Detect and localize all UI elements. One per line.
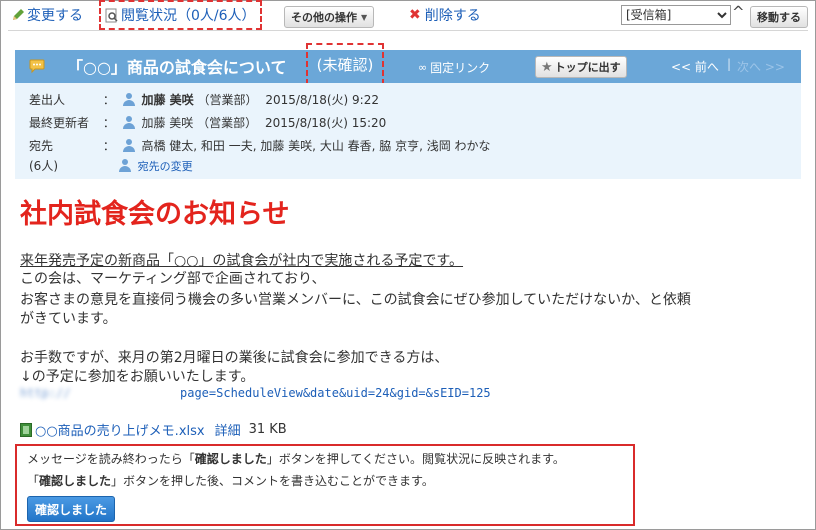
unconfirmed-status: (未確認) bbox=[306, 43, 384, 85]
attachment-size: 31 KB bbox=[248, 422, 287, 437]
updated-date: 2015/8/18(火) 15:20 bbox=[264, 116, 387, 130]
body-line: お客さまの意見を直接伺う機会の多い営業メンバーに、この試食会にぜひ参加していただ… bbox=[20, 292, 691, 308]
user-icon bbox=[122, 116, 135, 129]
colon: ： bbox=[102, 116, 115, 130]
edit-label: 変更する bbox=[27, 8, 83, 24]
body-line: 来年発売予定の新商品「○○」の試食会が社内で実施される予定です。 bbox=[20, 253, 464, 269]
user-icon bbox=[122, 139, 135, 152]
other-actions-label: その他の操作 bbox=[291, 11, 357, 24]
change-recipients-link[interactable]: 宛先の変更 bbox=[138, 160, 193, 173]
body-line: がきています。 bbox=[20, 311, 117, 327]
magnifier-page-icon bbox=[105, 8, 118, 22]
chain-link-icon: ∞ bbox=[418, 61, 428, 74]
confirm-text: 「 bbox=[27, 474, 40, 488]
confirm-note: 「確認しました」ボタンを押した後、コメントを書き込むことができます。 bbox=[27, 472, 434, 489]
confirm-text: 」ボタンを押した後、コメントを書き込むことができます。 bbox=[111, 474, 434, 488]
message-header: 「○○」商品の試食会について (未確認) ∞ 固定リンク ★ トップに出す <<… bbox=[15, 43, 801, 85]
body-line: この会は、マーケティング部で企画されており、 bbox=[20, 271, 326, 287]
updater-name[interactable]: 加藤 美咲 bbox=[141, 116, 193, 130]
updated-row: 最終更新者 ： 加藤 美咲 （営業部） 2015/8/18(火) 15:20 bbox=[29, 114, 386, 131]
nav-divider: | bbox=[727, 57, 732, 71]
confirm-text: 」ボタンを押してください。閲覧状況に反映されます。 bbox=[266, 452, 565, 466]
colon: ： bbox=[102, 93, 115, 107]
recipients-list[interactable]: 高橋 健太, 和田 一夫, 加藤 美咲, 大山 春香, 脇 京亨, 浅岡 わかな bbox=[141, 139, 490, 153]
confirm-text: メッセージを読み終わったら「 bbox=[27, 452, 195, 466]
sender-name[interactable]: 加藤 美咲 bbox=[141, 93, 193, 107]
speech-bubble-icon bbox=[29, 59, 45, 74]
pencil-icon bbox=[13, 9, 24, 20]
attachment-name[interactable]: ○○商品の売り上げメモ.xlsx bbox=[35, 420, 205, 439]
delete-x-icon: ✖ bbox=[409, 7, 421, 23]
toolbar: 変更する 閲覧状況（0人/6人） その他の操作 ▼ ✖ 削除する [受信箱] ^… bbox=[1, 0, 814, 30]
schedule-link-prefix: http:// bbox=[20, 386, 71, 400]
pin-to-top-label: トップに出す bbox=[554, 61, 621, 74]
star-icon: ★ bbox=[541, 59, 553, 75]
read-status-label: 閲覧状況（0人/6人） bbox=[121, 8, 256, 24]
body-line: お手数ですが、来月の第2月曜日の業後に試食会に参加できる方は、 bbox=[20, 350, 449, 366]
attachment-detail-link[interactable]: 詳細 bbox=[215, 420, 241, 439]
body-headline: 社内試食会のお知らせ bbox=[20, 199, 290, 230]
schedule-link[interactable]: http:// page=ScheduleView&date&uid=24&gid… bbox=[20, 386, 491, 400]
other-actions-button[interactable]: その他の操作 ▼ bbox=[284, 6, 375, 28]
message-meta: 差出人 ： 加藤 美咲 （営業部） 2015/8/18(火) 9:22 最終更新… bbox=[15, 83, 801, 179]
pin-to-top-button[interactable]: ★ トップに出す bbox=[535, 56, 627, 78]
permalink-label: 固定リンク bbox=[430, 61, 491, 75]
sender-label: 差出人 bbox=[29, 93, 66, 107]
read-status-link[interactable]: 閲覧状況（0人/6人） bbox=[99, 0, 262, 30]
confirm-read-button[interactable]: 確認しました bbox=[27, 496, 116, 522]
permalink-link[interactable]: ∞ 固定リンク bbox=[418, 59, 490, 76]
recipients-label: 宛先 bbox=[29, 139, 54, 153]
chevron-up-icon: ^ bbox=[732, 3, 745, 21]
recipients-count-row: (6人) 宛先の変更 bbox=[29, 157, 193, 174]
updater-dept: （営業部） bbox=[197, 116, 258, 130]
toolbar-divider bbox=[8, 30, 808, 31]
move-label: 移動する bbox=[757, 11, 801, 24]
attachment: ○○商品の売り上げメモ.xlsx 詳細 31 KB bbox=[20, 420, 287, 439]
move-button[interactable]: 移動する bbox=[750, 6, 808, 28]
sender-dept: （営業部） bbox=[197, 93, 258, 107]
sent-date: 2015/8/18(火) 9:22 bbox=[265, 93, 379, 107]
colon: ： bbox=[102, 139, 115, 153]
body-line: ↓の予定に参加をお願いいたします。 bbox=[20, 369, 255, 385]
delete-link[interactable]: ✖ 削除する bbox=[409, 5, 481, 25]
folder-select[interactable]: [受信箱] bbox=[621, 5, 731, 25]
recipients-count: (6人) bbox=[29, 159, 58, 173]
message-title: 「○○」商品の試食会について bbox=[67, 58, 287, 77]
next-link[interactable]: 次へ >> bbox=[737, 58, 785, 75]
excel-file-icon bbox=[20, 422, 32, 437]
confirm-text-bold: 確認しました bbox=[39, 474, 112, 488]
confirm-panel: メッセージを読み終わったら「確認しました」ボタンを押してください。閲覧状況に反映… bbox=[15, 444, 635, 526]
user-icon bbox=[118, 159, 131, 172]
dropdown-arrow-icon: ▼ bbox=[361, 12, 368, 22]
confirm-text-bold: 確認しました bbox=[194, 452, 267, 466]
recipients-row: 宛先 ： 高橋 健太, 和田 一夫, 加藤 美咲, 大山 春香, 脇 京亨, 浅… bbox=[29, 137, 491, 154]
updated-label: 最終更新者 bbox=[29, 116, 90, 130]
edit-link[interactable]: 変更する bbox=[11, 5, 83, 25]
user-icon bbox=[122, 93, 135, 106]
delete-label: 削除する bbox=[424, 8, 481, 24]
confirm-instruction: メッセージを読み終わったら「確認しました」ボタンを押してください。閲覧状況に反映… bbox=[27, 450, 565, 467]
schedule-link-text: page=ScheduleView&date&uid=24&gid=&sEID=… bbox=[180, 386, 491, 400]
sender-row: 差出人 ： 加藤 美咲 （営業部） 2015/8/18(火) 9:22 bbox=[29, 91, 379, 108]
prev-link[interactable]: << 前へ bbox=[671, 58, 719, 75]
